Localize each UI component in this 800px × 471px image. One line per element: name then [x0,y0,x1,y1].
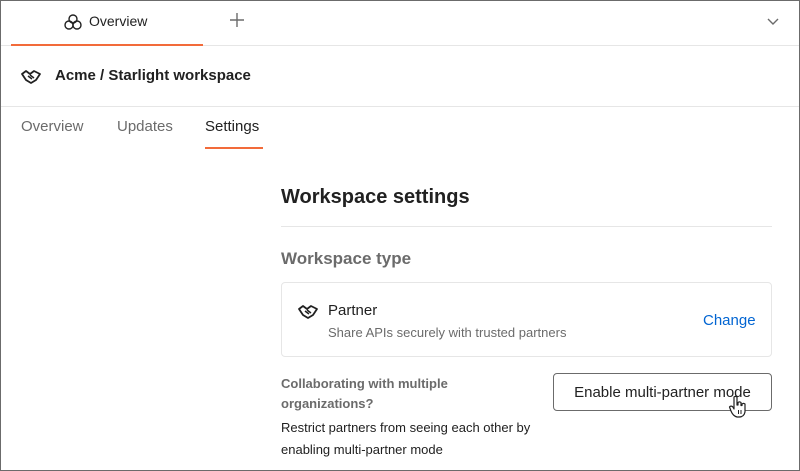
collab-description: Restrict partners from seeing each other… [281,420,531,457]
tab-overview[interactable]: Overview [11,1,203,46]
tab-overview-label: Overview [89,13,148,29]
team-icon [64,14,82,30]
plus-icon[interactable] [227,10,247,30]
handshake-icon [21,70,41,84]
workspace-type-card: Partner Share APIs securely with trusted… [281,282,772,357]
chevron-down-icon[interactable] [765,13,781,29]
change-link[interactable]: Change [703,312,756,329]
tab-updates[interactable]: Updates [117,118,173,149]
workspace-title: Acme / Starlight workspace [55,67,251,84]
page-title: Workspace settings [281,186,470,208]
divider [281,226,772,227]
section-heading: Workspace type [281,249,412,268]
tab-settings[interactable]: Settings [205,118,263,149]
tab-overview-workspace[interactable]: Overview [21,118,84,149]
tab-bar: Overview [1,1,799,46]
enable-multi-partner-button[interactable]: Enable multi-partner mode [553,373,772,411]
collab-question: Collaborating with multiple organization… [281,376,448,411]
app-window: Overview Acme / Starlight workspace Over… [0,0,800,471]
workspace-type-name: Partner [328,302,378,319]
handshake-icon [298,305,318,319]
workspace-type-description: Share APIs securely with trusted partner… [328,325,567,340]
workspace-header: Acme / Starlight workspace [1,47,799,107]
workspace-subnav: Overview Updates Settings [1,107,799,149]
